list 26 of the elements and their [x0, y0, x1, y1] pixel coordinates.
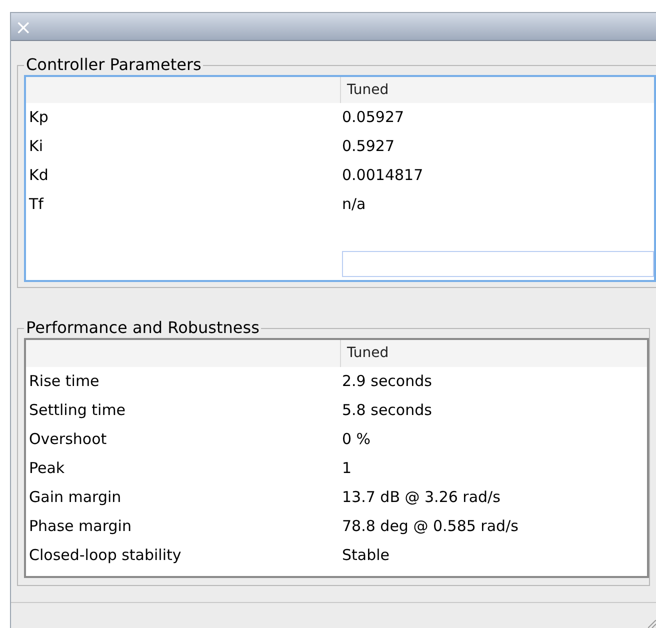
table-cell-text: Tf [28, 194, 45, 216]
resize-grip-icon[interactable] [648, 620, 656, 628]
table-cell-text: n/a [342, 194, 366, 216]
table-cell-text: 0.05927 [342, 107, 404, 128]
table-cell-text: 13.7 dB @ 3.26 rad/s [342, 487, 500, 508]
table-cell-text: Peak [28, 458, 66, 480]
table-cell-text: Closed-loop stability [28, 545, 182, 566]
table-cell-text: 1 [342, 458, 352, 480]
table-cell-text: Kd [28, 165, 50, 186]
table-cell-text: Phase margin [28, 516, 132, 538]
table-cell-text: Ki [28, 136, 44, 158]
table-cell-text: 2.9 seconds [342, 371, 432, 392]
table-cell-text: Gain margin [28, 487, 122, 508]
section-title: Performance and Robustness [25, 318, 260, 338]
table-cell-text: 0 % [342, 429, 371, 450]
table-cell-text: 0.5927 [342, 136, 394, 158]
input-field[interactable] [342, 251, 654, 277]
table-cell-text: Rise time [28, 371, 100, 392]
table-cell-text: 0.0014817 [342, 165, 424, 186]
table-cell-text: 5.8 seconds [342, 400, 432, 422]
table-cell-text: Kp [28, 107, 50, 128]
section-title: Controller Parameters [25, 55, 202, 75]
table-cell-text: Overshoot [28, 429, 108, 450]
table-cell-text: Settling time [28, 400, 127, 422]
table-cell-text: Stable [342, 545, 390, 566]
table-cell-text: 78.8 deg @ 0.585 rad/s [342, 516, 518, 538]
